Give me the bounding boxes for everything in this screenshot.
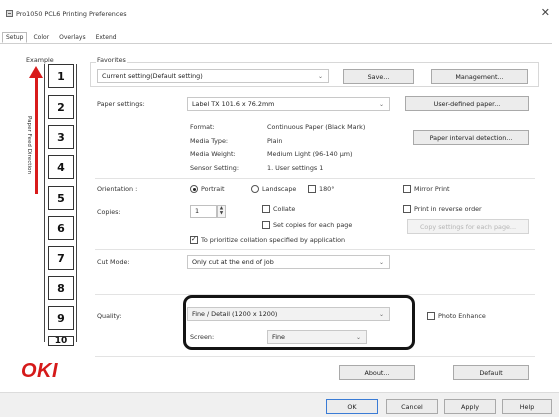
printer-app-icon <box>6 10 13 17</box>
media-type-key: Media Type: <box>190 137 229 145</box>
sensor-setting-value: 1. User settings 1 <box>267 164 324 172</box>
label-preview-7: 7 <box>48 246 74 270</box>
copy-settings-each-page-button[interactable]: Copy settings for each page... <box>407 219 529 234</box>
tab-color[interactable]: Color <box>29 32 53 43</box>
management-button[interactable]: Management... <box>431 69 528 84</box>
spin-arrows-icon[interactable]: ▲ ▼ <box>217 205 226 218</box>
tab-overlays[interactable]: Overlays <box>55 32 89 43</box>
chevron-down-icon: ⌄ <box>317 73 323 80</box>
cut-mode-value: Only cut at the end of job <box>192 258 274 266</box>
label-preview-10: 10 <box>48 336 74 346</box>
label-preview-4: 4 <box>48 155 74 179</box>
paper-settings-label: Paper settings: <box>97 100 145 108</box>
feed-direction-label: Paper Feed Direction <box>26 116 32 175</box>
label-preview-1: 1 <box>48 64 74 88</box>
example-label: Example <box>26 56 54 64</box>
close-icon[interactable]: ✕ <box>541 7 550 18</box>
favorites-select[interactable]: Current setting(Default setting) ⌄ <box>97 69 329 83</box>
landscape-label: Landscape <box>262 185 297 193</box>
help-button[interactable]: Help <box>502 399 552 414</box>
copies-label: Copies: <box>97 208 121 216</box>
label-preview-6: 6 <box>48 216 74 240</box>
media-weight-key: Media Weight: <box>190 150 236 158</box>
orientation-label: Orientation : <box>97 185 138 193</box>
tab-extend[interactable]: Extend <box>92 32 121 43</box>
sensor-setting-key: Sensor Setting: <box>190 164 239 172</box>
print-reverse-label: Print in reverse order <box>414 205 482 213</box>
label-preview-5: 5 <box>48 186 74 210</box>
paper-size-value: Label TX 101.6 x 76.2mm <box>192 100 275 108</box>
ok-button[interactable]: OK <box>326 399 378 414</box>
set-copies-each-page-label: Set copies for each page <box>273 221 353 229</box>
set-copies-each-page-checkbox[interactable] <box>262 221 270 229</box>
user-defined-paper-button[interactable]: User-defined paper... <box>405 96 529 111</box>
label-preview-2: 2 <box>48 95 74 119</box>
portrait-label: Portrait <box>201 185 225 193</box>
printing-preferences-window: Pro1050 PCL6 Printing Preferences ✕ Setu… <box>0 0 559 417</box>
collate-label: Collate <box>273 205 296 213</box>
section-divider <box>95 178 535 179</box>
apply-button[interactable]: Apply <box>444 399 496 414</box>
media-weight-value: Medium Light (96-140 µm) <box>267 150 353 158</box>
portrait-radio[interactable] <box>190 185 198 193</box>
mirror-print-checkbox[interactable] <box>403 185 411 193</box>
about-button[interactable]: About... <box>339 365 415 380</box>
tab-strip: Setup Color Overlays Extend <box>2 32 123 43</box>
quality-highlight-frame <box>183 295 415 350</box>
rotate-180-checkbox[interactable] <box>308 185 316 193</box>
collate-checkbox[interactable] <box>262 205 270 213</box>
chevron-down-icon: ⌄ <box>378 101 384 108</box>
feed-direction-wrap: Paper Feed Direction <box>25 116 33 196</box>
print-reverse-checkbox[interactable] <box>403 205 411 213</box>
quality-label: Quality: <box>97 312 122 320</box>
oki-logo: OKI <box>21 360 59 382</box>
prioritize-collation-checkbox[interactable] <box>190 235 198 244</box>
photo-enhance-label: Photo Enhance <box>438 312 486 320</box>
title-bar: Pro1050 PCL6 Printing Preferences ✕ <box>0 0 559 26</box>
label-preview-8: 8 <box>48 276 74 300</box>
mirror-print-label: Mirror Print <box>414 185 450 193</box>
label-preview-3: 3 <box>48 125 74 149</box>
cut-mode-label: Cut Mode: <box>97 258 130 266</box>
paper-interval-detection-button[interactable]: Paper interval detection... <box>413 130 529 145</box>
copies-input[interactable]: 1 <box>190 205 217 218</box>
chevron-down-icon: ⌄ <box>378 259 384 266</box>
default-button[interactable]: Default <box>453 365 529 380</box>
rotate-180-label: 180° <box>319 185 335 193</box>
cancel-button[interactable]: Cancel <box>386 399 438 414</box>
favorites-label: Favorites <box>96 56 127 64</box>
media-type-value: Plain <box>267 137 283 145</box>
tab-divider <box>0 43 552 44</box>
cut-mode-select[interactable]: Only cut at the end of job ⌄ <box>187 255 390 269</box>
tab-setup[interactable]: Setup <box>2 32 28 43</box>
paper-size-select[interactable]: Label TX 101.6 x 76.2mm ⌄ <box>187 97 390 111</box>
save-favorites-button[interactable]: Save... <box>343 69 414 84</box>
photo-enhance-checkbox[interactable] <box>427 312 435 320</box>
format-key: Format: <box>190 123 215 131</box>
section-divider <box>95 356 535 357</box>
section-divider <box>95 249 535 250</box>
favorites-select-value: Current setting(Default setting) <box>102 72 203 80</box>
label-preview-9: 9 <box>48 306 74 330</box>
prioritize-collation-label: To prioritize collation specified by app… <box>201 236 346 244</box>
format-value: Continuous Paper (Black Mark) <box>267 123 366 131</box>
feed-arrow-shaft <box>35 76 38 194</box>
window-title: Pro1050 PCL6 Printing Preferences <box>16 10 127 18</box>
landscape-radio[interactable] <box>251 185 259 193</box>
